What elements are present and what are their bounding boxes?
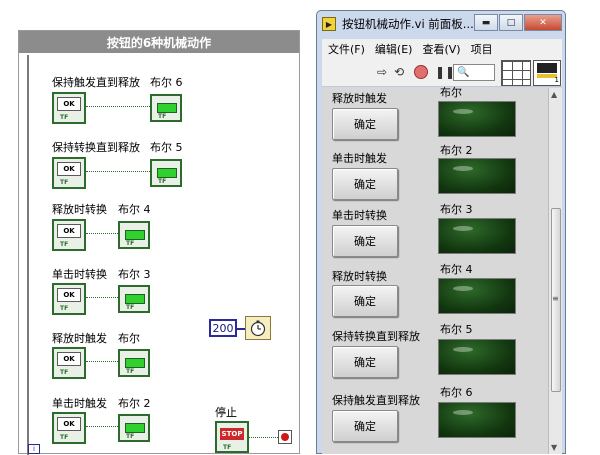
bd-button-label: 保持转换直到释放 <box>52 141 140 154</box>
menu-file[interactable]: 文件(F) <box>328 41 365 57</box>
indicator-terminal[interactable]: TF <box>118 414 150 442</box>
ok-button[interactable]: 确定 <box>332 168 398 200</box>
ok-button[interactable]: 确定 <box>332 285 398 317</box>
vi-icon-pane[interactable]: 1 <box>533 60 561 86</box>
indicator-label: 布尔 <box>440 86 462 99</box>
ok-button[interactable]: 确定 <box>332 346 398 378</box>
bd-indicator-label: 布尔 2 <box>118 397 151 410</box>
boolean-led <box>438 158 516 194</box>
vi-icon: ▶ <box>322 17 336 31</box>
bd-indicator-label: 布尔 3 <box>118 268 151 281</box>
control-label: 单击时转换 <box>332 209 387 222</box>
wire <box>86 426 118 427</box>
bd-indicator-label: 布尔 <box>118 332 140 345</box>
minimize-button[interactable]: ▬ <box>474 14 498 31</box>
boolean-led <box>438 278 516 314</box>
button-terminal[interactable]: OK TF <box>52 157 86 189</box>
run-arrow-icon[interactable]: ⇨ <box>377 65 387 79</box>
indicator-terminal[interactable]: TF <box>118 221 150 249</box>
bd-indicator-label: 布尔 6 <box>150 76 183 89</box>
control-label: 保持转换直到释放 <box>332 330 420 343</box>
toolbar: ⇨ ⟲ ❚❚ 🔍 1 <box>322 59 562 87</box>
ok-button[interactable]: 确定 <box>332 108 398 140</box>
boolean-led <box>438 101 516 137</box>
title-bar[interactable]: ▶ 按钮机械动作.vi 前面板... ▬ □ ✕ <box>317 11 565 37</box>
stop-button-terminal[interactable]: STOP TF <box>215 421 249 453</box>
wire <box>237 328 245 330</box>
bd-indicator-label: 布尔 5 <box>150 141 183 154</box>
wait-timer-icon[interactable] <box>245 316 271 340</box>
scroll-up-icon[interactable]: ▲ <box>551 90 557 99</box>
menu-bar: 文件(F) 编辑(E) 查看(V) 项目 <box>322 39 562 59</box>
ok-button[interactable]: 确定 <box>332 410 398 442</box>
bd-button-label: 保持触发直到释放 <box>52 76 140 89</box>
window-controls: ▬ □ ✕ <box>474 14 562 31</box>
stop-if-true-icon <box>281 433 289 441</box>
indicator-label: 布尔 4 <box>440 263 473 276</box>
wire <box>86 106 150 107</box>
connector-pane-icon[interactable] <box>501 60 531 86</box>
menu-view[interactable]: 查看(V) <box>422 41 460 57</box>
indicator-terminal[interactable]: TF <box>150 94 182 122</box>
wait-constant[interactable]: 200 <box>209 319 237 337</box>
bd-button-label: 单击时转换 <box>52 268 107 281</box>
bd-button-label: 单击时触发 <box>52 397 107 410</box>
scroll-grip-icon: ≡ <box>552 294 559 303</box>
bd-button-label: 释放时触发 <box>52 332 107 345</box>
bd-indicator-label: 布尔 4 <box>118 203 151 216</box>
control-label: 释放时转换 <box>332 270 387 283</box>
button-terminal[interactable]: OK TF <box>52 219 86 251</box>
wire <box>86 361 118 362</box>
control-label: 释放时触发 <box>332 92 387 105</box>
indicator-terminal[interactable]: TF <box>150 159 182 187</box>
menu-project[interactable]: 项目 <box>471 41 493 57</box>
control-label: 单击时触发 <box>332 152 387 165</box>
loop-condition-terminal[interactable] <box>278 430 292 444</box>
control-label: 保持触发直到释放 <box>332 394 420 407</box>
indicator-terminal[interactable]: TF <box>118 349 150 377</box>
wire <box>86 297 118 298</box>
ok-button[interactable]: 确定 <box>332 225 398 257</box>
search-icon[interactable]: 🔍 <box>453 64 495 81</box>
scroll-down-icon[interactable]: ▼ <box>551 443 557 452</box>
close-button[interactable]: ✕ <box>524 14 562 31</box>
run-continuously-icon[interactable]: ⟲ <box>394 65 404 79</box>
wire <box>86 233 118 234</box>
boolean-led <box>438 339 516 375</box>
button-terminal[interactable]: OK TF <box>52 412 86 444</box>
menu-edit[interactable]: 编辑(E) <box>375 41 413 57</box>
stopwatch-icon <box>250 320 266 337</box>
button-terminal[interactable]: OK TF <box>52 283 86 315</box>
indicator-terminal[interactable]: TF <box>118 285 150 313</box>
indicator-label: 布尔 3 <box>440 203 473 216</box>
boolean-led <box>438 402 516 438</box>
boolean-led <box>438 218 516 254</box>
indicator-label: 布尔 2 <box>440 144 473 157</box>
connector-number: 1 <box>554 76 559 84</box>
stop-label: 停止 <box>215 406 237 419</box>
indicator-label: 布尔 6 <box>440 386 473 399</box>
vertical-scrollbar[interactable]: ▲ ≡ ▼ <box>548 88 562 454</box>
structure-label: 按钮的6种机械动作 <box>19 31 299 53</box>
bd-button-label: 释放时转换 <box>52 203 107 216</box>
iteration-terminal: i <box>28 444 40 454</box>
indicator-label: 布尔 5 <box>440 323 473 336</box>
window-title: 按钮机械动作.vi 前面板... <box>342 17 474 31</box>
wire <box>249 437 278 438</box>
abort-icon[interactable] <box>414 65 428 79</box>
maximize-button[interactable]: □ <box>499 14 523 31</box>
button-terminal[interactable]: OK TF <box>52 347 86 379</box>
wire <box>86 171 150 172</box>
button-terminal[interactable]: OK TF <box>52 92 86 124</box>
